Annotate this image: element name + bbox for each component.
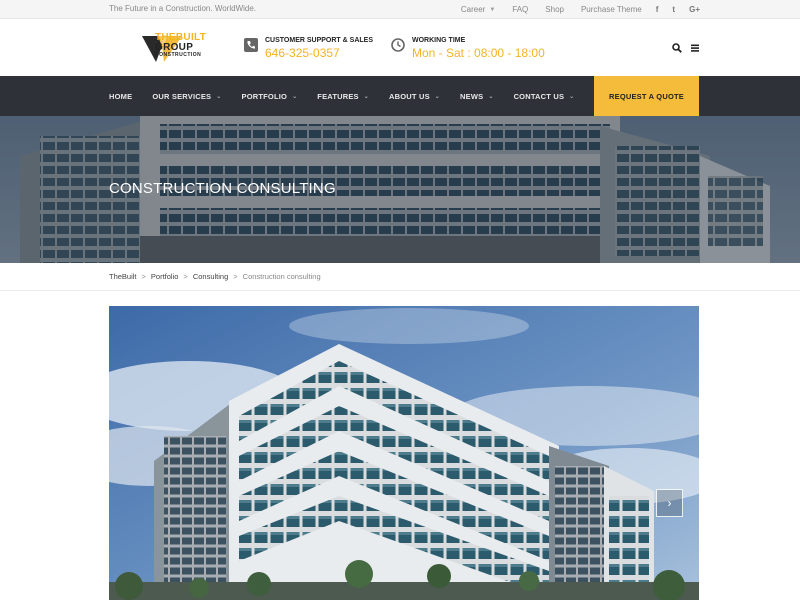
chevron-down-icon: ⌄ [434, 93, 441, 100]
chevron-down-icon: ⌄ [363, 93, 369, 100]
phone-icon [244, 38, 258, 52]
request-quote-button[interactable]: REQUEST A QUOTE [594, 76, 699, 116]
portfolio-image-slider[interactable] [109, 306, 699, 600]
breadcrumb: TheBuilt > Portfolio > Consulting > Cons… [0, 263, 800, 291]
nav-item-label: ABOUT US [389, 91, 430, 101]
menu-icon[interactable] [690, 43, 700, 53]
facebook-icon[interactable]: f [656, 5, 659, 14]
site-header: THEBUILT GROUP CONSTRUCTION CUSTOMER SUP… [0, 19, 800, 76]
nav-item-our-services[interactable]: OUR SERVICES ⌄ [152, 92, 221, 101]
chevron-down-icon: ⌄ [292, 93, 298, 100]
breadcrumb-separator: > [233, 272, 238, 281]
nav-item-label: NEWS [460, 91, 484, 101]
search-icon[interactable] [672, 43, 682, 53]
breadcrumb-separator: > [183, 272, 188, 281]
support-title: CUSTOMER SUPPORT & SALES [265, 37, 373, 44]
breadcrumb-separator: > [141, 272, 146, 281]
logo-text[interactable]: THEBUILT GROUP CONSTRUCTION [155, 33, 206, 58]
nav-item-news[interactable]: NEWS ⌄ [460, 92, 494, 101]
nav-item-portfolio[interactable]: PORTFOLIO ⌄ [242, 92, 298, 101]
chevron-down-icon: ⌄ [216, 93, 222, 100]
nav-item-label: FEATURES [317, 91, 359, 101]
google-plus-icon[interactable]: G+ [689, 5, 700, 14]
top-bar: The Future in a Construction. WorldWide.… [0, 0, 800, 19]
main-nav: HOME OUR SERVICES ⌄ PORTFOLIO ⌄ FEATURES ⌄ … [0, 76, 800, 116]
top-link-faq[interactable]: FAQ [512, 5, 528, 14]
nav-item-about-us[interactable]: ABOUT US ⌄ [389, 92, 440, 101]
top-link-career[interactable]: Career ▼ [461, 5, 495, 14]
top-link-label: Career [460, 5, 486, 14]
breadcrumb-link-portfolio[interactable]: Portfolio [151, 272, 179, 281]
breadcrumb-link-home[interactable]: TheBuilt [109, 272, 137, 281]
clock-icon [391, 38, 405, 52]
chevron-right-icon: › [667, 496, 672, 510]
breadcrumb-trail: TheBuilt > Portfolio > Consulting > Cons… [109, 272, 321, 281]
tagline: The Future in a Construction. WorldWide. [109, 4, 257, 13]
top-links: Career ▼ FAQ Shop Purchase Theme f t G+ [444, 0, 700, 19]
slider-next-button[interactable]: › [656, 489, 683, 517]
building-photo [109, 306, 699, 600]
breadcrumb-current: Construction consulting [242, 272, 321, 281]
twitter-icon[interactable]: t [672, 5, 675, 14]
chevron-down-icon: ⌄ [569, 93, 575, 100]
working-time-value: Mon - Sat : 08:00 - 18:00 [412, 46, 545, 60]
page-title: CONSTRUCTION CONSULTING [109, 180, 336, 197]
page-hero: CONSTRUCTION CONSULTING [0, 116, 800, 263]
chevron-down-icon: ▼ [489, 6, 496, 13]
nav-item-contact-us[interactable]: CONTACT US ⌄ [514, 92, 575, 101]
logo-line-3: CONSTRUCTION [155, 52, 202, 58]
nav-item-label: OUR SERVICES [152, 91, 212, 101]
working-time-title: WORKING TIME [412, 37, 466, 44]
top-link-shop[interactable]: Shop [545, 5, 564, 14]
chevron-down-icon: ⌄ [488, 93, 494, 100]
top-link-purchase-theme[interactable]: Purchase Theme [581, 5, 642, 14]
nav-items: HOME OUR SERVICES ⌄ PORTFOLIO ⌄ FEATURES ⌄ … [109, 76, 594, 116]
nav-item-home[interactable]: HOME [109, 92, 132, 101]
breadcrumb-link-consulting[interactable]: Consulting [193, 272, 228, 281]
support-phone[interactable]: 646-325-0357 [265, 46, 340, 60]
nav-item-label: PORTFOLIO [241, 91, 288, 101]
nav-item-features[interactable]: FEATURES ⌄ [317, 92, 369, 101]
nav-item-label: CONTACT US [513, 91, 565, 101]
nav-item-label: HOME [109, 91, 133, 101]
